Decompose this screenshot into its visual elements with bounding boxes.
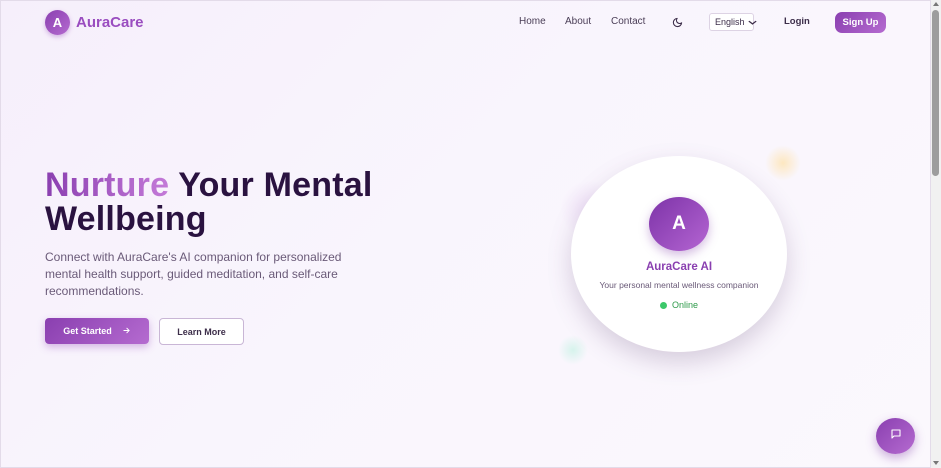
- language-value: English: [715, 17, 745, 27]
- login-link[interactable]: Login: [784, 16, 810, 27]
- ai-companion-card: A AuraCare AI Your personal mental welln…: [571, 156, 787, 352]
- decorative-glow: [558, 335, 588, 365]
- ai-tagline: Your personal mental wellness companion: [599, 280, 759, 290]
- headline-line2: Wellbeing: [45, 200, 207, 238]
- nav-link-home[interactable]: Home: [519, 16, 546, 27]
- ai-name: AuraCare AI: [645, 261, 713, 273]
- decorative-glow: [765, 145, 801, 181]
- online-dot-icon: [659, 301, 667, 309]
- moon-icon[interactable]: [670, 15, 684, 29]
- hero-headline: Nurture Your Mental Wellbeing: [45, 168, 372, 236]
- top-navigation: A AuraCare Home About Contact English Lo…: [0, 0, 931, 45]
- ai-status-text: Online: [671, 300, 698, 310]
- headline-accent: Nurture: [45, 166, 170, 204]
- nav-link-contact[interactable]: Contact: [611, 16, 645, 27]
- nav-link-about[interactable]: About: [565, 16, 591, 27]
- get-started-button[interactable]: Get Started: [45, 318, 149, 344]
- learn-more-button[interactable]: Learn More: [159, 318, 244, 345]
- scroll-up-arrow-icon[interactable]: [933, 2, 939, 6]
- hero-subtext: Connect with AuraCare's AI companion for…: [45, 250, 342, 298]
- signup-button[interactable]: Sign Up: [835, 12, 886, 33]
- get-started-label: Get Started: [63, 326, 112, 336]
- ai-status: Online: [571, 300, 787, 310]
- vertical-scrollbar[interactable]: [931, 0, 941, 468]
- chevron-down-icon: [747, 18, 757, 27]
- chat-icon: [890, 427, 902, 445]
- ai-avatar: A: [649, 197, 709, 251]
- scroll-thumb[interactable]: [932, 10, 939, 176]
- chat-button[interactable]: [876, 418, 915, 454]
- language-select[interactable]: English: [709, 13, 757, 31]
- headline-rest: Your Mental: [178, 166, 373, 204]
- brand-logo[interactable]: A AuraCare: [45, 10, 144, 35]
- brand-name: AuraCare: [76, 14, 144, 31]
- brand-mark: A: [45, 10, 70, 35]
- arrow-right-icon: [122, 326, 131, 337]
- scroll-down-arrow-icon[interactable]: [933, 461, 939, 465]
